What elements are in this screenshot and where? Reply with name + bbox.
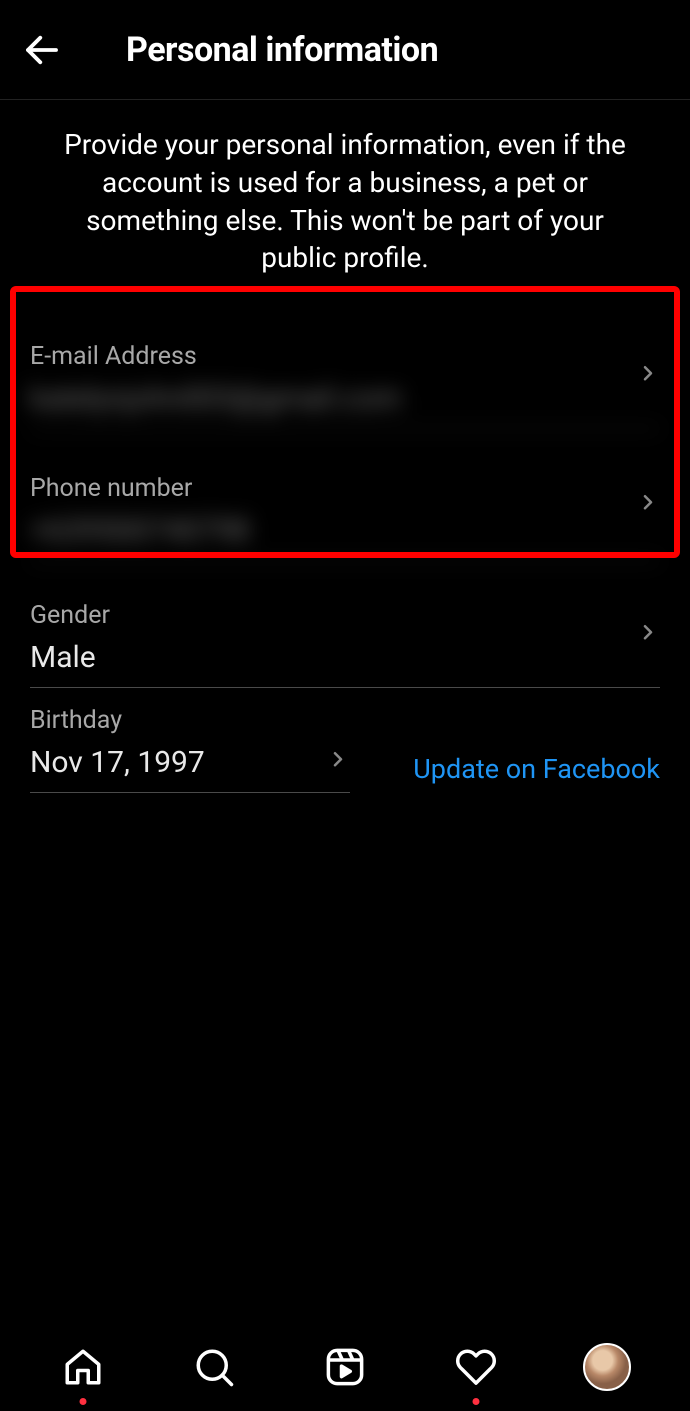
nav-reels[interactable]	[319, 1341, 371, 1393]
birthday-row: Birthday Nov 17, 1997 Update on Facebook	[30, 706, 660, 793]
nav-activity[interactable]	[450, 1341, 502, 1393]
update-facebook-link[interactable]: Update on Facebook	[413, 753, 660, 793]
home-icon	[62, 1346, 104, 1388]
header: Personal information	[0, 0, 690, 100]
birthday-field[interactable]: Birthday Nov 17, 1997	[30, 706, 350, 793]
notification-dot	[472, 1398, 479, 1405]
chevron-right-icon	[326, 747, 350, 775]
birthday-value: Nov 17, 1997	[30, 745, 350, 793]
page-description: Provide your personal information, even …	[0, 100, 690, 312]
heart-icon	[455, 1346, 497, 1388]
chevron-right-icon	[636, 361, 660, 389]
back-arrow-icon	[21, 29, 63, 71]
search-icon	[193, 1346, 235, 1388]
birthday-label: Birthday	[30, 706, 350, 735]
chevron-right-icon	[636, 620, 660, 648]
profile-avatar-icon	[583, 1343, 631, 1391]
gender-value: Male	[30, 640, 660, 688]
chevron-right-icon	[636, 490, 660, 518]
gender-label: Gender	[30, 601, 660, 630]
gender-field-row[interactable]: Gender Male	[30, 571, 660, 688]
phone-value: +639500740798	[30, 513, 660, 561]
email-label: E-mail Address	[30, 342, 660, 371]
phone-label: Phone number	[30, 474, 660, 503]
fields-container: E-mail Address katelynjohn003@gmail.com …	[0, 312, 690, 793]
email-value: katelynjohn003@gmail.com	[30, 381, 660, 429]
back-button[interactable]	[20, 28, 64, 72]
nav-search[interactable]	[188, 1341, 240, 1393]
phone-field-row[interactable]: Phone number +639500740798	[30, 439, 660, 561]
nav-profile[interactable]	[581, 1341, 633, 1393]
bottom-nav	[0, 1323, 690, 1411]
reels-icon	[324, 1346, 366, 1388]
notification-dot	[80, 1398, 87, 1405]
nav-home[interactable]	[57, 1341, 109, 1393]
page-title: Personal information	[126, 30, 438, 70]
email-field-row[interactable]: E-mail Address katelynjohn003@gmail.com	[30, 312, 660, 429]
